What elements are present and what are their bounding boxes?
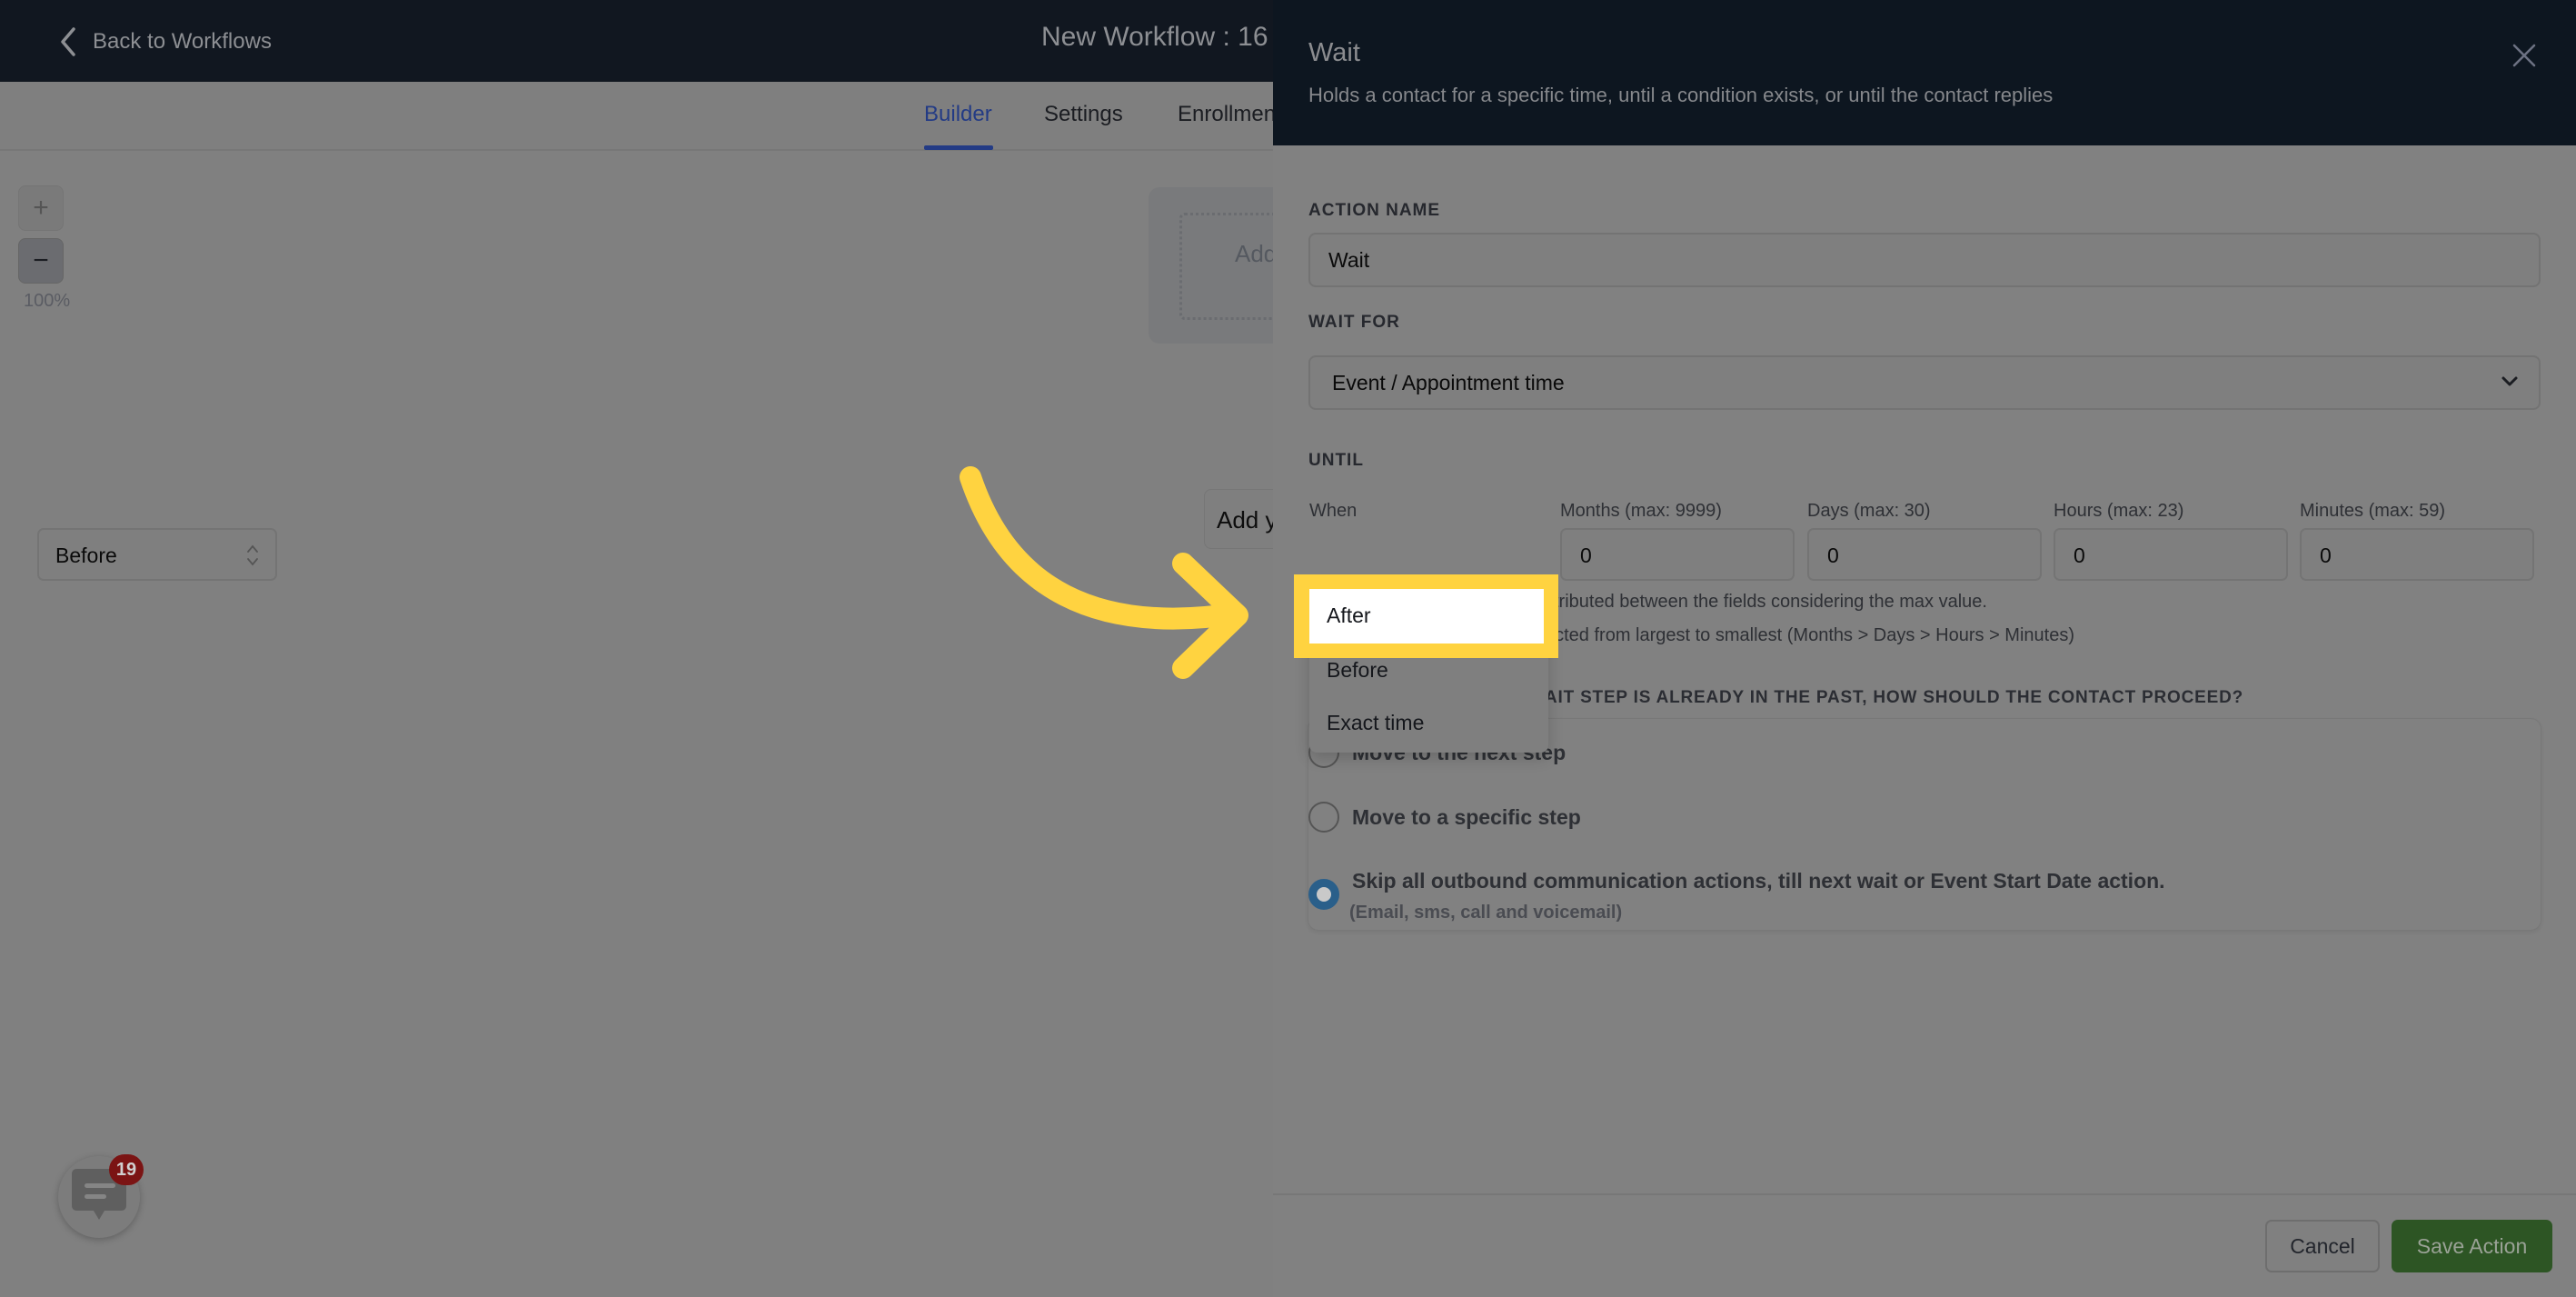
zoom-out-button[interactable]: − [18,238,64,284]
zoom-level: 100% [24,291,71,311]
hours-value: 0 [2074,544,2085,567]
radio-specific-step[interactable]: Move to a specific step [1308,802,1581,833]
footer-divider [1273,1193,2576,1195]
back-label: Back to Workflows [93,29,272,54]
zoom-in-button[interactable]: + [18,185,64,231]
minutes-value: 0 [2320,544,2332,567]
workflow-title: New Workflow : 16 [1041,22,1268,52]
when-select[interactable]: Before [37,528,277,581]
when-value: Before [55,544,117,567]
option-label: After [1327,604,1371,627]
hint-distribution: stributed between the fields considering… [1545,592,1987,612]
wait-for-label: WAIT FOR [1308,313,1400,332]
tab-builder[interactable]: Builder [924,102,992,127]
hint-order: acted from largest to smallest (Months >… [1545,625,2074,645]
active-tab-indicator [924,145,993,150]
dropdown-option-exact-time[interactable]: Exact time [1327,711,1424,735]
radio-button[interactable] [1308,802,1339,833]
cancel-button[interactable]: Cancel [2265,1220,2380,1272]
panel-title: Wait [1308,38,1360,67]
radio-sublabel: (Email, sms, call and voicemail) [1349,903,1623,923]
wait-for-select[interactable]: Event / Appointment time [1308,355,2541,410]
dropdown-option-after[interactable]: After [1309,589,1544,644]
chevron-down-icon [2501,376,2518,386]
minutes-input[interactable]: 0 [2300,528,2534,581]
wait-for-value: Event / Appointment time [1332,371,1565,394]
panel-header: Wait Holds a contact for a specific time… [1273,0,2576,145]
action-name-input[interactable]: Wait [1308,233,2541,287]
tutorial-arrow-icon [960,466,1248,679]
until-label: UNTIL [1308,451,1364,470]
days-label: Days (max: 30) [1807,501,1931,521]
tabs-bar: Builder Settings Enrollmen [0,82,1276,151]
updown-chevron-icon [247,544,258,566]
workflow-canvas[interactable]: + − 100% Add Add y [0,151,1313,1297]
when-label: When [1309,501,1358,521]
dropdown-option-before[interactable]: Before [1327,658,1388,683]
close-icon[interactable] [2511,42,2538,69]
save-action-button[interactable]: Save Action [2392,1220,2552,1272]
chevron-left-icon [61,27,75,56]
months-value: 0 [1580,544,1592,567]
months-input[interactable]: 0 [1560,528,1795,581]
minutes-label: Minutes (max: 59) [2300,501,2446,521]
add-trigger-card[interactable]: Add [1149,187,1307,344]
radio-label: Move to a specific step [1352,804,1581,829]
add-trigger-text: Add [1235,240,1278,267]
back-to-workflows-link[interactable]: Back to Workflows [58,25,272,58]
radio-label: Skip all outbound communication actions,… [1352,868,2165,893]
days-value: 0 [1827,544,1839,567]
months-label: Months (max: 9999) [1560,501,1722,521]
action-name-value: Wait [1328,248,1370,272]
panel-subtitle: Holds a contact for a specific time, unt… [1308,84,2054,106]
notification-badge: 19 [109,1154,144,1185]
past-step-question: AIT STEP IS ALREADY IN THE PAST, HOW SHO… [1545,688,2244,707]
hours-label: Hours (max: 23) [2054,501,2184,521]
tab-enrollment[interactable]: Enrollmen [1178,102,1276,127]
tab-settings[interactable]: Settings [1044,102,1123,127]
action-name-label: ACTION NAME [1308,201,1441,220]
days-input[interactable]: 0 [1807,528,2042,581]
radio-button-checked[interactable] [1308,879,1339,910]
hours-input[interactable]: 0 [2054,528,2288,581]
